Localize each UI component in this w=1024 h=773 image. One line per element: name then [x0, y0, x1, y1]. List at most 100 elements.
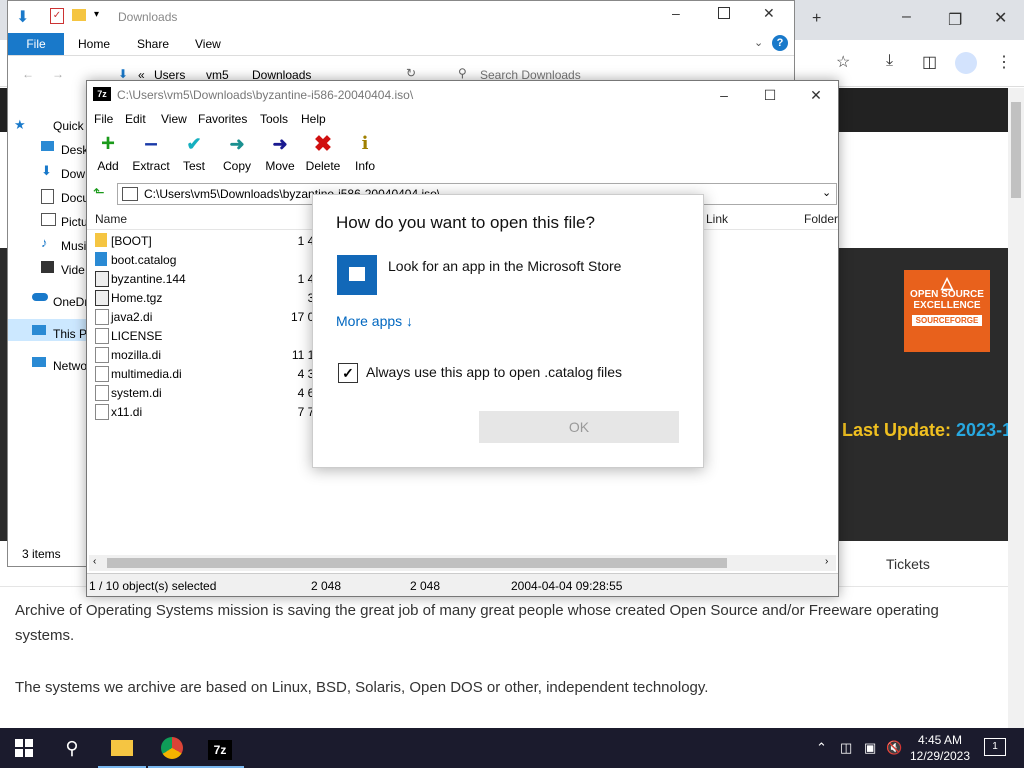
close-icon[interactable]: ✕: [994, 8, 1007, 28]
horizontal-scrollbar[interactable]: ‹ ›: [89, 555, 836, 571]
menu-edit[interactable]: Edit: [125, 112, 146, 126]
file-name: LICENSE: [111, 329, 163, 343]
file-name: Home.tgz: [111, 291, 163, 305]
search-taskbar-icon[interactable]: ⚲: [48, 728, 96, 768]
path-dropdown-icon[interactable]: ⌄: [822, 186, 831, 199]
ok-button[interactable]: OK: [479, 411, 679, 443]
folder-icon: [111, 740, 133, 756]
ribbon-home-tab[interactable]: Home: [78, 33, 110, 55]
explorer-minimize-icon[interactable]: –: [672, 5, 680, 21]
notifications-icon[interactable]: 1: [984, 738, 1006, 756]
7zip-close-icon[interactable]: ✕: [801, 85, 831, 105]
downloads-icon: ⬇: [41, 163, 52, 178]
explorer-close-icon[interactable]: ✕: [763, 5, 775, 22]
test-button[interactable]: ✔ Test: [171, 129, 217, 173]
more-menu-icon[interactable]: ⋮: [996, 52, 1012, 72]
bookmark-star-icon[interactable]: ☆: [836, 52, 850, 72]
tray-overflow-icon[interactable]: ⌃: [816, 740, 827, 756]
up-folder-icon[interactable]: ⬑: [93, 184, 105, 201]
menu-favorites[interactable]: Favorites: [198, 112, 247, 126]
menu-file[interactable]: File: [94, 112, 113, 126]
ribbon-share-tab[interactable]: Share: [137, 33, 169, 55]
nav-downloads[interactable]: Dow: [61, 167, 85, 181]
7zip-minimize-icon[interactable]: –: [709, 85, 739, 105]
7zip-title: C:\Users\vm5\Downloads\byzantine-i586-20…: [117, 88, 414, 102]
microsoft-store-icon[interactable]: [337, 255, 377, 295]
explorer-maximize-icon[interactable]: [718, 7, 730, 19]
status-packed: 2 048: [410, 579, 441, 593]
nav-documents[interactable]: Docu: [61, 191, 89, 205]
nav-videos[interactable]: Vide: [61, 263, 85, 277]
scrollbar-thumb[interactable]: [1011, 102, 1021, 198]
column-link[interactable]: Link: [706, 212, 728, 226]
7zip-maximize-icon[interactable]: ☐: [755, 85, 785, 105]
minimize-icon[interactable]: –: [902, 8, 911, 26]
nav-tickets[interactable]: Tickets: [886, 556, 930, 572]
new-folder-icon[interactable]: [72, 9, 86, 21]
network-tray-icon[interactable]: ▣: [864, 740, 876, 756]
chrome-taskbar-icon[interactable]: [148, 728, 196, 768]
scroll-left-icon[interactable]: ‹: [93, 556, 96, 567]
nav-music[interactable]: Musi: [61, 239, 86, 253]
volume-muted-icon[interactable]: 🔇: [886, 740, 902, 756]
move-label: Move: [265, 159, 295, 173]
add-button[interactable]: + Add: [85, 129, 131, 173]
start-button[interactable]: [0, 728, 48, 768]
column-name[interactable]: Name: [95, 212, 127, 226]
more-apps-link[interactable]: More apps ↓: [336, 313, 413, 329]
column-folder[interactable]: Folder: [804, 212, 838, 226]
new-tab-icon[interactable]: +: [812, 10, 821, 28]
extract-button[interactable]: – Extract: [128, 129, 174, 173]
copy-label: Copy: [222, 159, 251, 173]
help-icon[interactable]: ?: [772, 35, 788, 51]
store-bag-icon: [349, 267, 365, 281]
copy-button[interactable]: ➜ Copy: [214, 129, 260, 173]
menu-view[interactable]: View: [161, 112, 187, 126]
scroll-right-icon[interactable]: ›: [825, 556, 828, 567]
pictures-icon: [41, 213, 56, 226]
ribbon-expand-icon[interactable]: ⌄: [754, 36, 763, 49]
properties-check-icon[interactable]: ✓: [50, 8, 64, 24]
sourceforge-badge[interactable]: △ OPEN SOURCE EXCELLENCE SOURCEFORGE: [904, 270, 990, 352]
security-icon[interactable]: ◫: [840, 740, 852, 756]
refresh-icon[interactable]: ↻: [406, 66, 416, 80]
forward-arrow-icon[interactable]: →: [52, 67, 64, 81]
nav-onedrive[interactable]: OneDr: [53, 295, 88, 309]
move-button[interactable]: ➜ Move: [257, 129, 303, 173]
download-arrow-icon[interactable]: ⬇: [16, 7, 29, 27]
nav-pictures[interactable]: Pictu: [61, 215, 88, 229]
browser-scrollbar[interactable]: [1008, 88, 1024, 728]
7zip-status-bar: 1 / 10 object(s) selected 2 048 2 048 20…: [87, 573, 838, 596]
clock[interactable]: 4:45 AM 12/29/2023: [908, 732, 972, 764]
7zip-taskbar-icon[interactable]: 7z: [196, 728, 244, 768]
always-use-checkbox[interactable]: ✓: [338, 363, 358, 383]
side-panel-icon[interactable]: ◫: [922, 52, 937, 72]
nav-network[interactable]: Netwo: [53, 359, 87, 373]
store-option[interactable]: Look for an app in the Microsoft Store: [388, 258, 621, 274]
ribbon-file-tab[interactable]: File: [8, 33, 64, 55]
7zip-menu-bar: File Edit View Favorites Tools Help: [87, 109, 838, 129]
quick-access-dropdown-icon[interactable]: ▾: [94, 9, 99, 20]
delete-button[interactable]: ✖ Delete: [300, 129, 346, 173]
ribbon-view-tab[interactable]: View: [195, 33, 221, 55]
open-with-dialog: How do you want to open this file? Look …: [312, 194, 704, 468]
horizontal-scroll-thumb[interactable]: [107, 558, 727, 568]
move-arrow-icon: ➜: [272, 134, 288, 154]
nav-quick-access[interactable]: Quick: [53, 119, 84, 133]
back-arrow-icon[interactable]: ←: [22, 67, 34, 81]
delete-x-icon: ✖: [313, 131, 333, 156]
badge-line2: EXCELLENCE: [913, 300, 981, 311]
mission-paragraph: Archive of Operating Systems mission is …: [15, 602, 939, 644]
folder-icon: [95, 233, 107, 247]
info-button[interactable]: i Info: [342, 129, 388, 173]
file-explorer-taskbar-icon[interactable]: [98, 728, 146, 768]
nav-this-pc[interactable]: This P: [53, 327, 87, 341]
menu-tools[interactable]: Tools: [260, 112, 288, 126]
profile-avatar-icon[interactable]: [955, 52, 977, 74]
restore-icon[interactable]: ❐: [948, 10, 962, 30]
download-icon[interactable]: ⤓: [886, 52, 893, 70]
menu-help[interactable]: Help: [301, 112, 326, 126]
last-update-label: Last Update:: [842, 420, 952, 440]
always-use-label[interactable]: Always use this app to open .catalog fil…: [366, 364, 622, 380]
file-icon: [95, 366, 109, 382]
